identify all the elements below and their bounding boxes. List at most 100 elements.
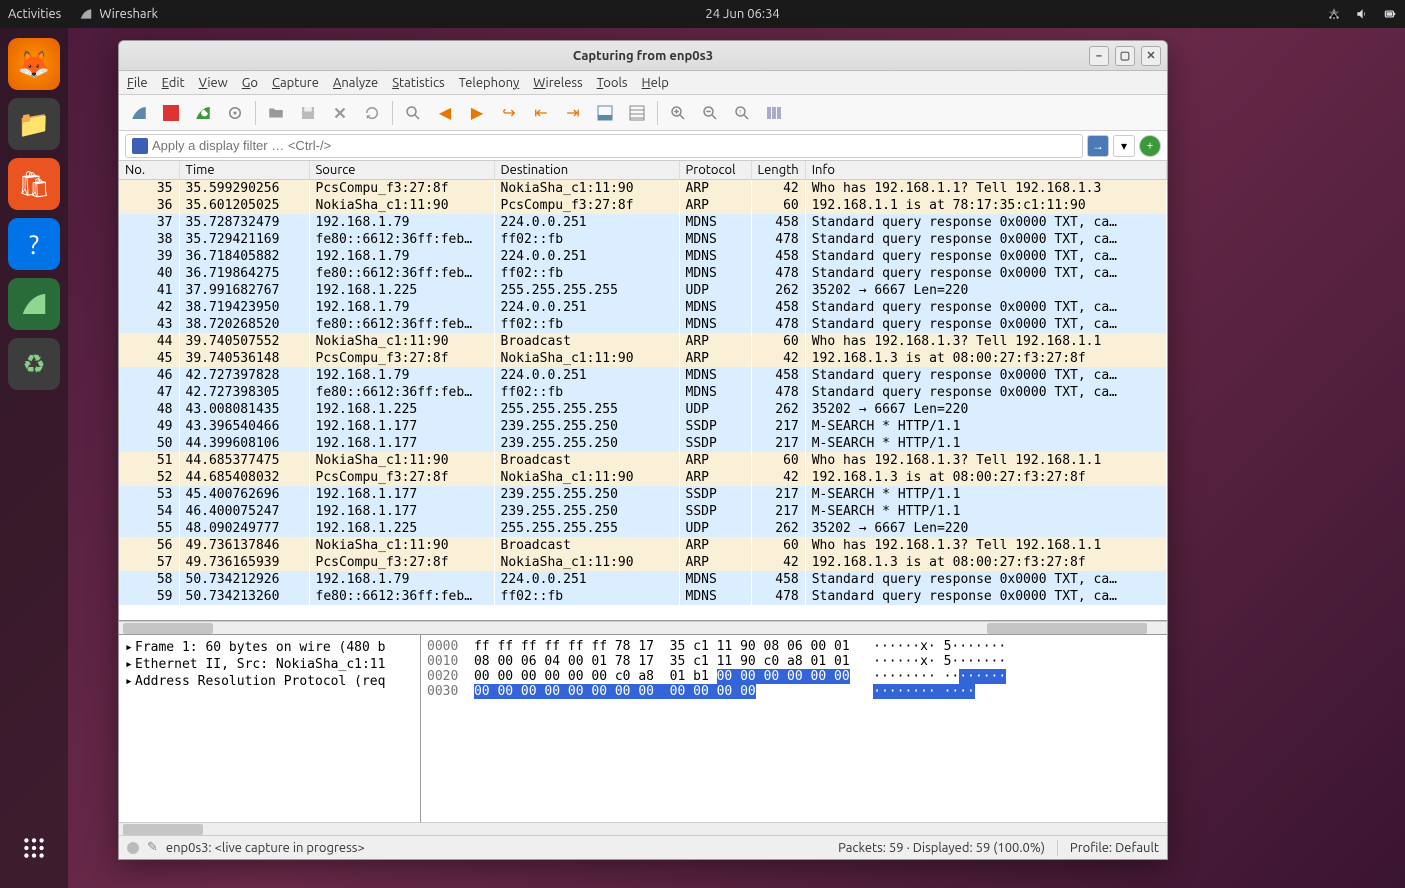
packet-row[interactable]: 4238.719423950192.168.1.79224.0.0.251MDN… bbox=[119, 299, 1167, 316]
menu-telephony[interactable]: Telephony bbox=[459, 76, 520, 90]
menu-statistics[interactable]: Statistics bbox=[392, 76, 444, 90]
go-back-button[interactable]: ◀ bbox=[431, 99, 459, 127]
reload-button[interactable] bbox=[358, 99, 386, 127]
go-to-packet-button[interactable]: ↪ bbox=[495, 99, 523, 127]
titlebar[interactable]: Capturing from enp0s3 – ▢ ✕ bbox=[119, 41, 1167, 71]
tree-frame[interactable]: ▸Frame 1: 60 bytes on wire (480 b bbox=[125, 639, 414, 656]
display-filter-input[interactable] bbox=[125, 134, 1083, 158]
packet-row[interactable]: 5548.090249777192.168.1.225255.255.255.2… bbox=[119, 520, 1167, 537]
stop-capture-button[interactable] bbox=[157, 99, 185, 127]
filter-add-button[interactable]: + bbox=[1139, 135, 1161, 157]
tree-arp[interactable]: ▸Address Resolution Protocol (req bbox=[125, 673, 414, 690]
packet-row[interactable]: 4943.396540466192.168.1.177239.255.255.2… bbox=[119, 418, 1167, 435]
col-header-destination[interactable]: Destination bbox=[494, 161, 679, 180]
packet-row[interactable]: 5749.736165939PcsCompu_f3:27:8fNokiaSha_… bbox=[119, 554, 1167, 571]
save-file-button[interactable] bbox=[294, 99, 322, 127]
packet-row[interactable]: 5044.399608106192.168.1.177239.255.255.2… bbox=[119, 435, 1167, 452]
expert-info-icon[interactable] bbox=[127, 842, 139, 854]
go-forward-button[interactable]: ▶ bbox=[463, 99, 491, 127]
packet-list-h-scrollbar[interactable] bbox=[119, 621, 1167, 634]
close-button[interactable]: ✕ bbox=[1141, 46, 1161, 66]
dock-firefox[interactable]: 🦊 bbox=[8, 38, 60, 90]
zoom-reset-button[interactable]: 1 bbox=[728, 99, 756, 127]
dock-apps-grid[interactable] bbox=[8, 822, 60, 874]
packet-bytes-pane[interactable]: 0000 ff ff ff ff ff ff 78 17 35 c1 11 90… bbox=[421, 635, 1167, 822]
edit-capture-comment-icon[interactable]: ✎ bbox=[147, 840, 158, 855]
packet-row[interactable]: 4843.008081435192.168.1.225255.255.255.2… bbox=[119, 401, 1167, 418]
packet-row[interactable]: 4338.720268520fe80::6612:36ff:feb…ff02::… bbox=[119, 316, 1167, 333]
packet-row[interactable]: 3936.718405882192.168.1.79224.0.0.251MDN… bbox=[119, 248, 1167, 265]
menu-analyze[interactable]: Analyze bbox=[333, 76, 378, 90]
filter-dropdown-button[interactable]: ▾ bbox=[1113, 135, 1135, 157]
col-header-protocol[interactable]: Protocol bbox=[679, 161, 751, 180]
details-h-scrollbar[interactable] bbox=[119, 822, 1167, 835]
zoom-out-button[interactable] bbox=[696, 99, 724, 127]
open-file-button[interactable] bbox=[262, 99, 290, 127]
menu-wireless[interactable]: Wireless bbox=[533, 76, 582, 90]
col-header-source[interactable]: Source bbox=[309, 161, 494, 180]
dock-files[interactable]: 📁 bbox=[8, 98, 60, 150]
packet-row[interactable]: 5446.400075247192.168.1.177239.255.255.2… bbox=[119, 503, 1167, 520]
packet-row[interactable]: 4137.991682767192.168.1.225255.255.255.2… bbox=[119, 282, 1167, 299]
dock-software[interactable]: 🛍 bbox=[8, 158, 60, 210]
col-header-length[interactable]: Length bbox=[751, 161, 805, 180]
packet-row[interactable]: 3635.601205025NokiaSha_c1:11:90PcsCompu_… bbox=[119, 197, 1167, 214]
menu-go[interactable]: Go bbox=[242, 76, 258, 90]
auto-scroll-button[interactable] bbox=[591, 99, 619, 127]
minimize-button[interactable]: – bbox=[1089, 46, 1109, 66]
colorize-button[interactable] bbox=[623, 99, 651, 127]
menu-file[interactable]: File bbox=[127, 76, 148, 90]
packet-row[interactable]: 5950.734213260fe80::6612:36ff:feb…ff02::… bbox=[119, 588, 1167, 605]
dock-help[interactable]: ? bbox=[8, 218, 60, 270]
activities-button[interactable]: Activities bbox=[8, 7, 61, 21]
capture-options-button[interactable] bbox=[221, 99, 249, 127]
dock-wireshark[interactable] bbox=[8, 278, 60, 330]
col-header-info[interactable]: Info bbox=[805, 161, 1166, 180]
resize-columns-button[interactable] bbox=[760, 99, 788, 127]
clock[interactable]: 24 Jun 06:34 bbox=[158, 7, 1327, 21]
display-filter-field[interactable] bbox=[152, 138, 1076, 153]
packet-header-row[interactable]: No. Time Source Destination Protocol Len… bbox=[119, 161, 1167, 180]
menu-edit[interactable]: Edit bbox=[162, 76, 185, 90]
col-header-no[interactable]: No. bbox=[119, 161, 179, 180]
packet-row[interactable]: 5850.734212926192.168.1.79224.0.0.251MDN… bbox=[119, 571, 1167, 588]
cell-source: 192.168.1.225 bbox=[309, 282, 494, 299]
filter-apply-button[interactable]: → bbox=[1087, 135, 1109, 157]
close-file-button[interactable] bbox=[326, 99, 354, 127]
packet-row[interactable]: 3535.599290256PcsCompu_f3:27:8fNokiaSha_… bbox=[119, 180, 1167, 197]
packet-list-pane[interactable]: No. Time Source Destination Protocol Len… bbox=[119, 161, 1167, 621]
start-capture-button[interactable] bbox=[125, 99, 153, 127]
status-profile[interactable]: Profile: Default bbox=[1070, 841, 1159, 855]
battery-icon[interactable] bbox=[1383, 7, 1397, 21]
menu-view[interactable]: View bbox=[199, 76, 228, 90]
packet-row[interactable]: 4036.719864275fe80::6612:36ff:feb…ff02::… bbox=[119, 265, 1167, 282]
packet-row[interactable]: 5345.400762696192.168.1.177239.255.255.2… bbox=[119, 486, 1167, 503]
maximize-button[interactable]: ▢ bbox=[1115, 46, 1135, 66]
packet-row[interactable]: 3735.728732479192.168.1.79224.0.0.251MDN… bbox=[119, 214, 1167, 231]
volume-icon[interactable] bbox=[1355, 7, 1369, 21]
gnome-topbar: Activities Wireshark 24 Jun 06:34 bbox=[0, 0, 1405, 28]
packet-row[interactable]: 5244.685408032PcsCompu_f3:27:8fNokiaSha_… bbox=[119, 469, 1167, 486]
filter-bookmark-icon[interactable] bbox=[132, 138, 148, 154]
network-icon[interactable] bbox=[1327, 7, 1341, 21]
go-last-button[interactable]: ⇥ bbox=[559, 99, 587, 127]
packet-details-pane[interactable]: ▸Frame 1: 60 bytes on wire (480 b ▸Ether… bbox=[119, 635, 421, 822]
menu-help[interactable]: Help bbox=[642, 76, 669, 90]
menu-tools[interactable]: Tools bbox=[597, 76, 628, 90]
col-header-time[interactable]: Time bbox=[179, 161, 309, 180]
menu-capture[interactable]: Capture bbox=[272, 76, 319, 90]
packet-row[interactable]: 4439.740507552NokiaSha_c1:11:90Broadcast… bbox=[119, 333, 1167, 350]
zoom-in-button[interactable] bbox=[664, 99, 692, 127]
packet-row[interactable]: 4742.727398305fe80::6612:36ff:feb…ff02::… bbox=[119, 384, 1167, 401]
dock-trash[interactable]: ♻ bbox=[8, 338, 60, 390]
restart-capture-button[interactable] bbox=[189, 99, 217, 127]
tree-ethernet[interactable]: ▸Ethernet II, Src: NokiaSha_c1:11 bbox=[125, 656, 414, 673]
go-first-button[interactable]: ⇤ bbox=[527, 99, 555, 127]
packet-row[interactable]: 5649.736137846NokiaSha_c1:11:90Broadcast… bbox=[119, 537, 1167, 554]
packet-row[interactable]: 4539.740536148PcsCompu_f3:27:8fNokiaSha_… bbox=[119, 350, 1167, 367]
find-button[interactable] bbox=[399, 99, 427, 127]
packet-row[interactable]: 5144.685377475NokiaSha_c1:11:90Broadcast… bbox=[119, 452, 1167, 469]
app-indicator[interactable]: Wireshark bbox=[79, 7, 158, 21]
packet-row[interactable]: 4642.727397828192.168.1.79224.0.0.251MDN… bbox=[119, 367, 1167, 384]
packet-row[interactable]: 3835.729421169fe80::6612:36ff:feb…ff02::… bbox=[119, 231, 1167, 248]
